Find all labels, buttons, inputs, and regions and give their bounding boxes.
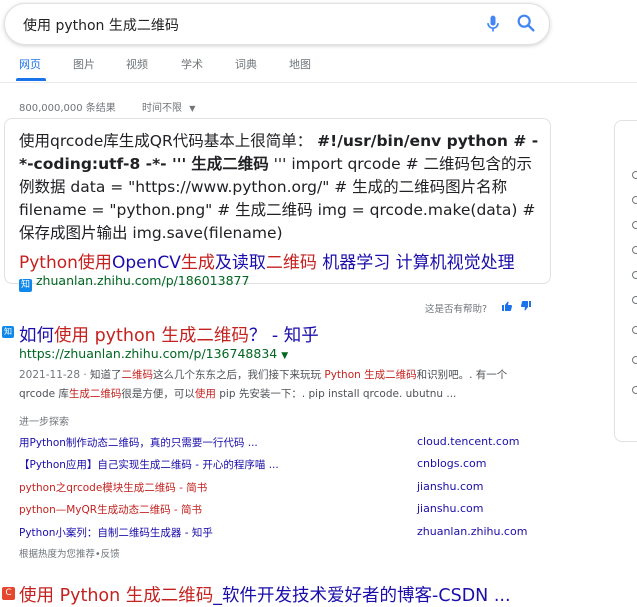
explore-domain[interactable]: cnblogs.com — [417, 457, 487, 470]
title-part: Python使用 — [19, 253, 112, 273]
snippet-text-part: 生成二维码 — [191, 155, 269, 173]
desc-part: 二维码 — [121, 369, 154, 381]
bullet-icon — [632, 356, 637, 364]
title-part: _软件开发技术爱好者的博客-CSDN ... — [213, 586, 511, 606]
explore-item: python之qrcode模块生成二维码 - 简书 jianshu.com — [19, 480, 529, 500]
tab-academic[interactable]: 学术 — [181, 56, 203, 72]
feedback-label: 这是否有帮助? — [425, 304, 488, 315]
thumbs-down-icon[interactable] — [520, 300, 532, 312]
bullet-icon — [632, 271, 637, 279]
tabs-divider — [0, 82, 637, 83]
explore-link[interactable]: Python小案列：自制二维码生成器 - 知乎 — [19, 525, 213, 540]
result-title-link[interactable]: 如何使用 python 生成二维码？ - 知乎 — [19, 322, 319, 347]
search-tabs: 网页 图片 视频 学术 词典 地图 — [0, 52, 637, 82]
tab-dictionary[interactable]: 词典 — [235, 56, 257, 72]
caret-down-icon: ▼ — [189, 104, 196, 113]
result-date: 2021-11-28 · — [19, 369, 87, 381]
desc-part: 知道了 — [86, 369, 122, 381]
zhihu-icon: 知 — [19, 279, 32, 292]
title-part: 及读取 — [214, 253, 266, 273]
explore-item: 【Python应用】自己实现生成二维码 - 开心的程序喵 ... cnblogs… — [19, 457, 529, 477]
csdn-icon: C — [2, 587, 15, 600]
bullet-icon — [632, 296, 637, 304]
tab-images[interactable]: 图片 — [73, 56, 95, 72]
title-part: ？ - 知乎 — [248, 326, 319, 346]
explore-link[interactable]: python之qrcode模块生成二维码 - 简书 — [19, 480, 207, 495]
time-filter-dropdown[interactable]: 时间不限 ▼ — [142, 99, 195, 114]
title-part: OpenCV — [111, 253, 181, 273]
thumbs-up-icon[interactable] — [501, 300, 513, 312]
zhihu-icon: 知 — [2, 326, 14, 338]
explore-item: 用Python制作动态二维码，真的只需要一行代码 ... cloud.tence… — [19, 435, 529, 455]
snippet-title-link[interactable]: Python使用OpenCV生成及读取二维码 机器学习 计算机视觉处理 — [19, 248, 515, 273]
desc-part: 很是方便，可以 — [121, 388, 195, 400]
explore-domain[interactable]: zhuanlan.zhihu.com — [417, 525, 527, 538]
bullet-icon — [632, 196, 637, 204]
snippet-text: 使用qrcode库生成QR代码基本上很简单： #!/usr/bin/env py… — [19, 130, 539, 245]
explore-domain[interactable]: cloud.tencent.com — [417, 435, 519, 448]
result-url-text: https://zhuanlan.zhihu.com/p/136748834 — [19, 346, 278, 361]
bullet-icon — [632, 326, 637, 334]
title-part: 使用 python 生成二维码 — [54, 326, 249, 346]
title-part: 使用 Python 生成二维码 — [19, 586, 214, 606]
desc-part: 生成二维码 — [68, 388, 122, 400]
title-part: 生成 — [180, 253, 215, 273]
snippet-source: 知 zhuanlan.zhihu.com/p/186013877 — [19, 273, 249, 292]
tab-videos[interactable]: 视频 — [126, 56, 148, 72]
search-icon[interactable] — [515, 12, 537, 34]
explore-item: python—MyQR生成动态二维码 - 简书 jianshu.com — [19, 502, 529, 522]
explore-footer[interactable]: 根据热度为您推荐•反馈 — [19, 546, 120, 560]
search-bar[interactable]: 使用 python 生成二维码 — [4, 3, 550, 45]
bullet-icon — [632, 246, 637, 254]
search-input[interactable]: 使用 python 生成二维码 — [23, 15, 179, 35]
tab-web[interactable]: 网页 — [19, 56, 41, 72]
title-part: 如何 — [19, 326, 54, 346]
tab-maps[interactable]: 地图 — [289, 56, 311, 72]
side-panel — [614, 120, 637, 442]
bullet-icon — [632, 386, 637, 394]
result-title-link[interactable]: 使用 Python 生成二维码_软件开发技术爱好者的博客-CSDN ... — [19, 582, 511, 607]
snippet-url[interactable]: zhuanlan.zhihu.com/p/186013877 — [36, 273, 249, 288]
featured-snippet: 使用qrcode库生成QR代码基本上很简单： #!/usr/bin/env py… — [4, 118, 551, 292]
desc-part: pip 先安装一下：. pip install qrcode. ubutnu .… — [215, 388, 457, 400]
explore-heading: 进一步探索 — [19, 417, 69, 428]
bullet-icon — [632, 171, 637, 179]
microphone-icon[interactable] — [483, 13, 503, 35]
active-tab-indicator — [16, 78, 46, 81]
bullet-icon — [632, 221, 637, 229]
desc-part: 使用 — [194, 388, 216, 400]
result-description: 2021-11-28 · 知道了二维码这么几个东东之后，我们接下来玩玩 Pyth… — [19, 366, 524, 404]
time-filter-label: 时间不限 — [142, 103, 182, 114]
title-part: 机器学习 计算机视觉处理 — [316, 253, 515, 273]
explore-link[interactable]: 【Python应用】自己实现生成二维码 - 开心的程序喵 ... — [19, 457, 279, 472]
explore-link[interactable]: 用Python制作动态二维码，真的只需要一行代码 ... — [19, 435, 258, 450]
desc-part: 这么几个东东之后，我们接下来玩玩 — [153, 369, 325, 381]
explore-item: Python小案列：自制二维码生成器 - 知乎 zhuanlan.zhihu.c… — [19, 525, 529, 545]
result-url[interactable]: https://zhuanlan.zhihu.com/p/136748834 ▼ — [19, 346, 288, 361]
explore-link[interactable]: python—MyQR生成动态二维码 - 简书 — [19, 502, 202, 517]
desc-part: Python 生成二维码 — [324, 369, 417, 381]
snippet-text-part: 使用qrcode库生成QR代码基本上很简单： — [19, 132, 313, 150]
result-count: 800,000,000 条结果 — [19, 103, 116, 114]
explore-domain[interactable]: jianshu.com — [417, 480, 484, 493]
caret-down-icon[interactable]: ▼ — [281, 351, 288, 361]
explore-domain[interactable]: jianshu.com — [417, 502, 484, 515]
title-part: 二维码 — [265, 253, 317, 273]
